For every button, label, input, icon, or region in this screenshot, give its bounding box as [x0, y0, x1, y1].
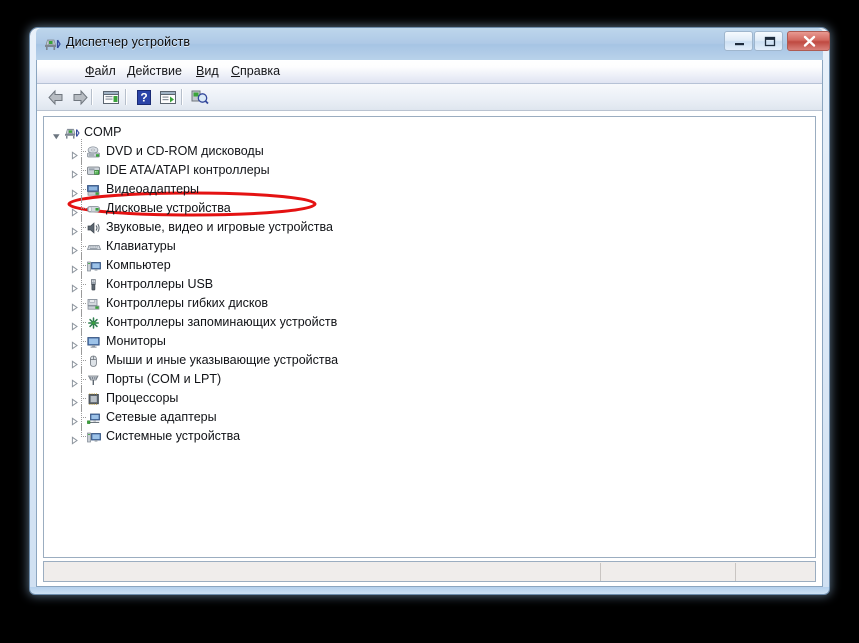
- tree-node-computer[interactable]: Компьютер: [44, 253, 815, 278]
- tree-node-label: COMP: [84, 125, 122, 139]
- tree-node-processors[interactable]: Процессоры: [44, 386, 815, 411]
- chevron-right-icon[interactable]: [70, 204, 79, 217]
- tree-node-monitors[interactable]: Мониторы: [44, 329, 815, 354]
- device-tree-panel[interactable]: COMP DVD и CD-ROM дисководы IDE ATA/ATAP…: [43, 116, 816, 558]
- tree-node-label: Компьютер: [106, 258, 171, 272]
- tree-node-label: Звуковые, видео и игровые устройства: [106, 220, 333, 234]
- client-area: Файл Действие Вид Справка ? COMP DVD и C…: [36, 60, 823, 587]
- chevron-right-icon[interactable]: [70, 375, 79, 388]
- status-separator: [600, 563, 601, 581]
- tree-node-sound-devices[interactable]: Звуковые, видео и игровые устройства: [44, 215, 815, 240]
- chevron-right-icon[interactable]: [70, 223, 79, 236]
- processor-icon: [86, 391, 102, 407]
- usb-controller-icon: [86, 277, 102, 293]
- tree-node-label: Мониторы: [106, 334, 166, 348]
- dvd-drive-icon: [86, 144, 102, 160]
- computer-root-icon: [64, 125, 80, 141]
- chevron-right-icon[interactable]: [70, 242, 79, 255]
- device-manager-icon: [44, 36, 61, 52]
- chevron-right-icon[interactable]: [70, 394, 79, 407]
- tree-node-floppy-controllers[interactable]: Контроллеры гибких дисков: [44, 291, 815, 316]
- toolbar: ?: [37, 84, 822, 111]
- status-separator: [735, 563, 736, 581]
- tree-node-dvd[interactable]: DVD и CD-ROM дисководы: [44, 139, 815, 164]
- scan-hardware-button[interactable]: [189, 87, 211, 108]
- tree-node-root[interactable]: COMP: [44, 123, 815, 142]
- tree-node-ide-controllers[interactable]: IDE ATA/ATAPI контроллеры: [44, 158, 815, 217]
- sound-device-icon: [86, 220, 102, 236]
- menu-action[interactable]: Действие: [125, 64, 184, 78]
- tree-node-label: Контроллеры запоминающих устройств: [106, 315, 338, 329]
- chevron-right-icon[interactable]: [70, 337, 79, 350]
- toolbar-separator: [125, 89, 127, 105]
- chevron-right-icon[interactable]: [70, 147, 79, 160]
- monitor-icon: [86, 334, 102, 350]
- display-adapter-icon: [86, 182, 102, 198]
- tree-node-display-adapters[interactable]: Видеоадаптеры: [44, 177, 815, 202]
- chevron-down-icon[interactable]: [52, 128, 61, 140]
- tree-node-network-adapters[interactable]: Сетевые адаптеры: [44, 405, 815, 430]
- network-adapter-icon: [86, 410, 102, 426]
- tree-node-label: Процессоры: [106, 391, 179, 405]
- tree-node-mice[interactable]: Мыши и иные указывающие устройства: [44, 348, 815, 373]
- tree-node-ports[interactable]: Порты (COM и LPT): [44, 367, 815, 392]
- chevron-right-icon[interactable]: [70, 261, 79, 274]
- chevron-right-icon[interactable]: [70, 280, 79, 293]
- toolbar-separator: [91, 89, 93, 105]
- menu-bar: Файл Действие Вид Справка: [37, 60, 822, 84]
- mouse-icon: [86, 353, 102, 369]
- tree-node-label: Дисковые устройства: [106, 201, 231, 215]
- tree-node-usb-controllers[interactable]: Контроллеры USB: [44, 272, 815, 297]
- storage-controller-icon: [86, 315, 102, 331]
- minimize-button[interactable]: [724, 31, 753, 51]
- toolbar-separator: [181, 89, 183, 105]
- device-tree: COMP DVD и CD-ROM дисководы IDE ATA/ATAP…: [44, 117, 815, 446]
- window-title: Диспетчер устройств: [66, 35, 191, 49]
- tree-node-disk-drives[interactable]: Дисковые устройства: [44, 196, 815, 221]
- floppy-controller-icon: [86, 296, 102, 312]
- device-manager-window: Диспетчер устройств Файл Действие Вид Сп…: [30, 28, 830, 594]
- chevron-right-icon[interactable]: [70, 413, 79, 426]
- tree-node-label: Порты (COM и LPT): [106, 372, 222, 386]
- tree-node-label: Контроллеры USB: [106, 277, 214, 291]
- tree-node-label: Видеоадаптеры: [106, 182, 199, 196]
- system-device-icon: [86, 429, 102, 445]
- menu-view[interactable]: Вид: [194, 64, 221, 78]
- status-bar: [43, 561, 816, 582]
- forward-button[interactable]: [69, 87, 91, 108]
- tree-node-label: Системные устройства: [106, 429, 241, 443]
- help-button[interactable]: ?: [133, 87, 155, 108]
- tree-node-label: Клавиатуры: [106, 239, 176, 253]
- tree-node-system-devices[interactable]: Системные устройства: [44, 424, 815, 446]
- tree-node-storage-controllers[interactable]: Контроллеры запоминающих устройств: [44, 310, 815, 335]
- menu-file[interactable]: Файл: [83, 64, 118, 78]
- update-driver-button[interactable]: [157, 87, 179, 108]
- svg-text:?: ?: [140, 91, 147, 105]
- tree-node-label: DVD и CD-ROM дисководы: [106, 144, 264, 158]
- chevron-right-icon[interactable]: [70, 185, 79, 198]
- tree-node-label: Мыши и иные указывающие устройства: [106, 353, 339, 367]
- disk-drive-icon: [86, 201, 102, 217]
- close-button[interactable]: [787, 31, 830, 51]
- port-icon: [86, 372, 102, 388]
- chevron-right-icon[interactable]: [70, 432, 79, 445]
- chevron-right-icon[interactable]: [70, 166, 79, 179]
- tree-node-label: IDE ATA/ATAPI контроллеры: [106, 163, 270, 177]
- maximize-button[interactable]: [754, 31, 783, 51]
- menu-help[interactable]: Справка: [229, 64, 282, 78]
- chevron-right-icon[interactable]: [70, 299, 79, 312]
- back-button[interactable]: [45, 87, 67, 108]
- tree-node-label: Контроллеры гибких дисков: [106, 296, 269, 310]
- title-bar[interactable]: Диспетчер устройств: [36, 28, 830, 60]
- ide-controller-icon: [86, 163, 102, 179]
- chevron-right-icon[interactable]: [70, 318, 79, 331]
- keyboard-icon: [86, 239, 102, 255]
- tree-node-label: Сетевые адаптеры: [106, 410, 217, 424]
- computer-icon: [86, 258, 102, 274]
- tree-node-keyboards[interactable]: Клавиатуры: [44, 234, 815, 259]
- properties-button[interactable]: [100, 87, 122, 108]
- chevron-right-icon[interactable]: [70, 356, 79, 369]
